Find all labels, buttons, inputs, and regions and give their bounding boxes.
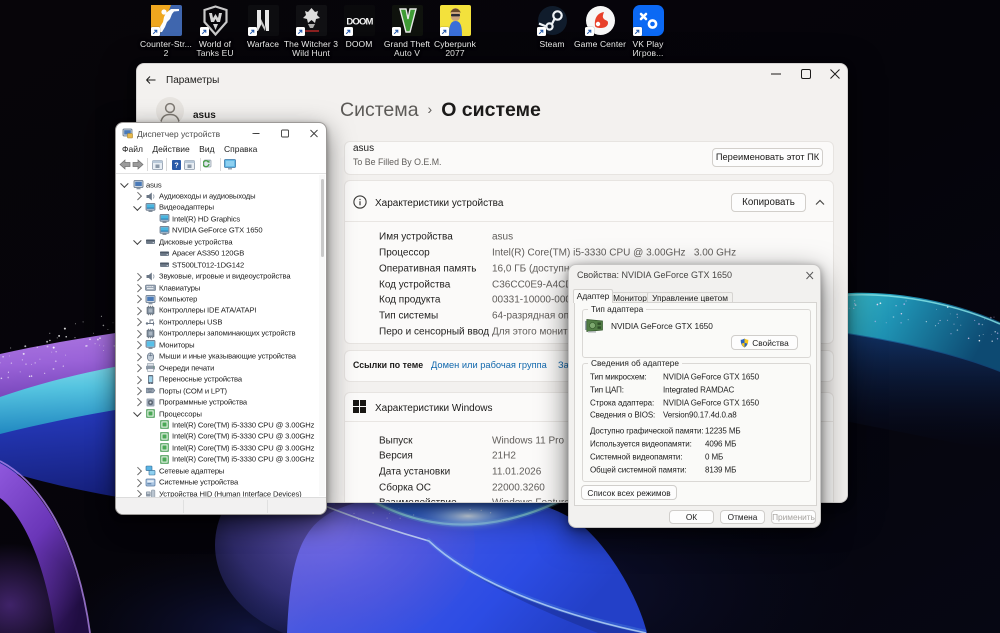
svg-text:DOOM: DOOM bbox=[346, 17, 373, 28]
svg-text:?: ? bbox=[174, 162, 178, 169]
